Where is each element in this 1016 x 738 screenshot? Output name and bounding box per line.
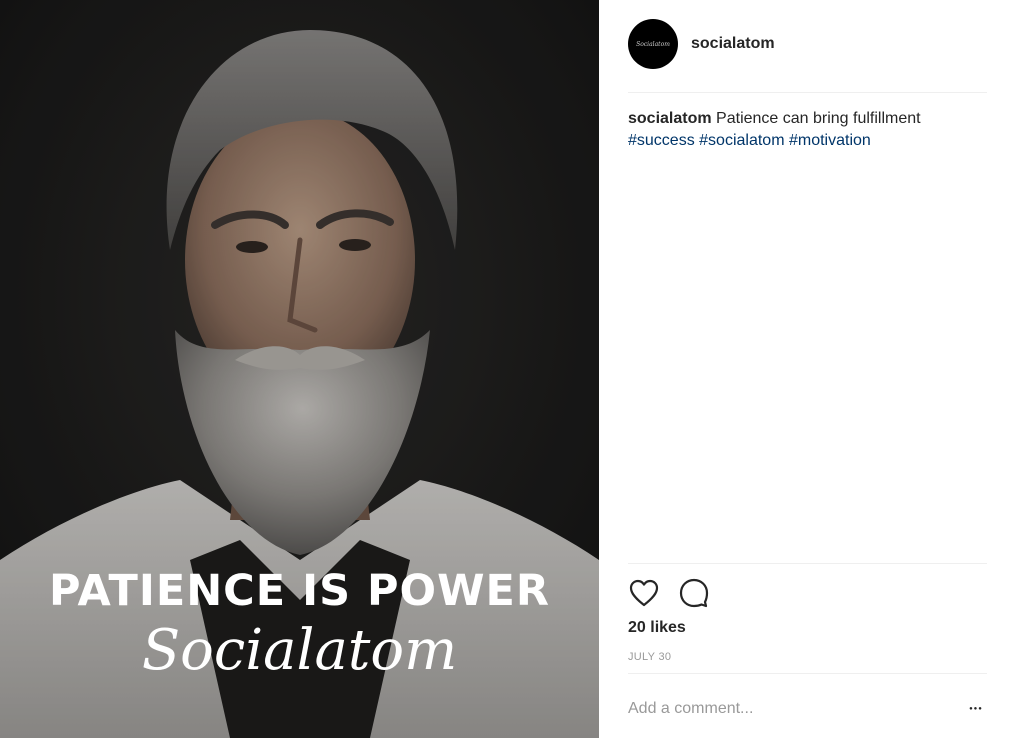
- post-caption: socialatom Patience can bring fulfillmen…: [628, 108, 987, 152]
- post-image[interactable]: PATIENCE IS POWER Socialatom: [0, 0, 599, 738]
- caption-username-link[interactable]: socialatom: [628, 110, 712, 127]
- post-sidebar: Socialatom socialatom socialatom Patienc…: [599, 0, 1016, 738]
- hashtag-link[interactable]: #motivation: [789, 132, 871, 149]
- comment-bubble-icon: [679, 578, 709, 608]
- post-actions: [628, 577, 728, 609]
- image-headline-text: PATIENCE IS POWER: [48, 566, 551, 616]
- header-divider: [628, 92, 987, 93]
- comment-button[interactable]: [678, 577, 710, 609]
- header-username-link[interactable]: socialatom: [691, 35, 775, 53]
- actions-divider: [628, 563, 987, 564]
- post-date[interactable]: JULY 30: [628, 651, 671, 663]
- more-options-icon: ●●●: [969, 706, 983, 712]
- hashtag-link[interactable]: #socialatom: [699, 132, 784, 149]
- image-script-text: Socialatom: [141, 618, 458, 683]
- comment-divider: [628, 673, 987, 674]
- like-button[interactable]: [628, 577, 660, 609]
- post-header: Socialatom socialatom: [628, 18, 987, 70]
- add-comment-input[interactable]: [628, 696, 948, 722]
- caption-text: Patience can bring fulfillment: [716, 110, 921, 127]
- instagram-post: PATIENCE IS POWER Socialatom Socialatom …: [0, 0, 1016, 738]
- avatar[interactable]: Socialatom: [628, 19, 678, 69]
- heart-icon: [629, 579, 659, 607]
- hashtag-link[interactable]: #success: [628, 132, 695, 149]
- more-options-button[interactable]: ●●●: [964, 698, 988, 720]
- likes-count[interactable]: 20 likes: [628, 619, 686, 637]
- avatar-logo-text: Socialatom: [636, 40, 670, 48]
